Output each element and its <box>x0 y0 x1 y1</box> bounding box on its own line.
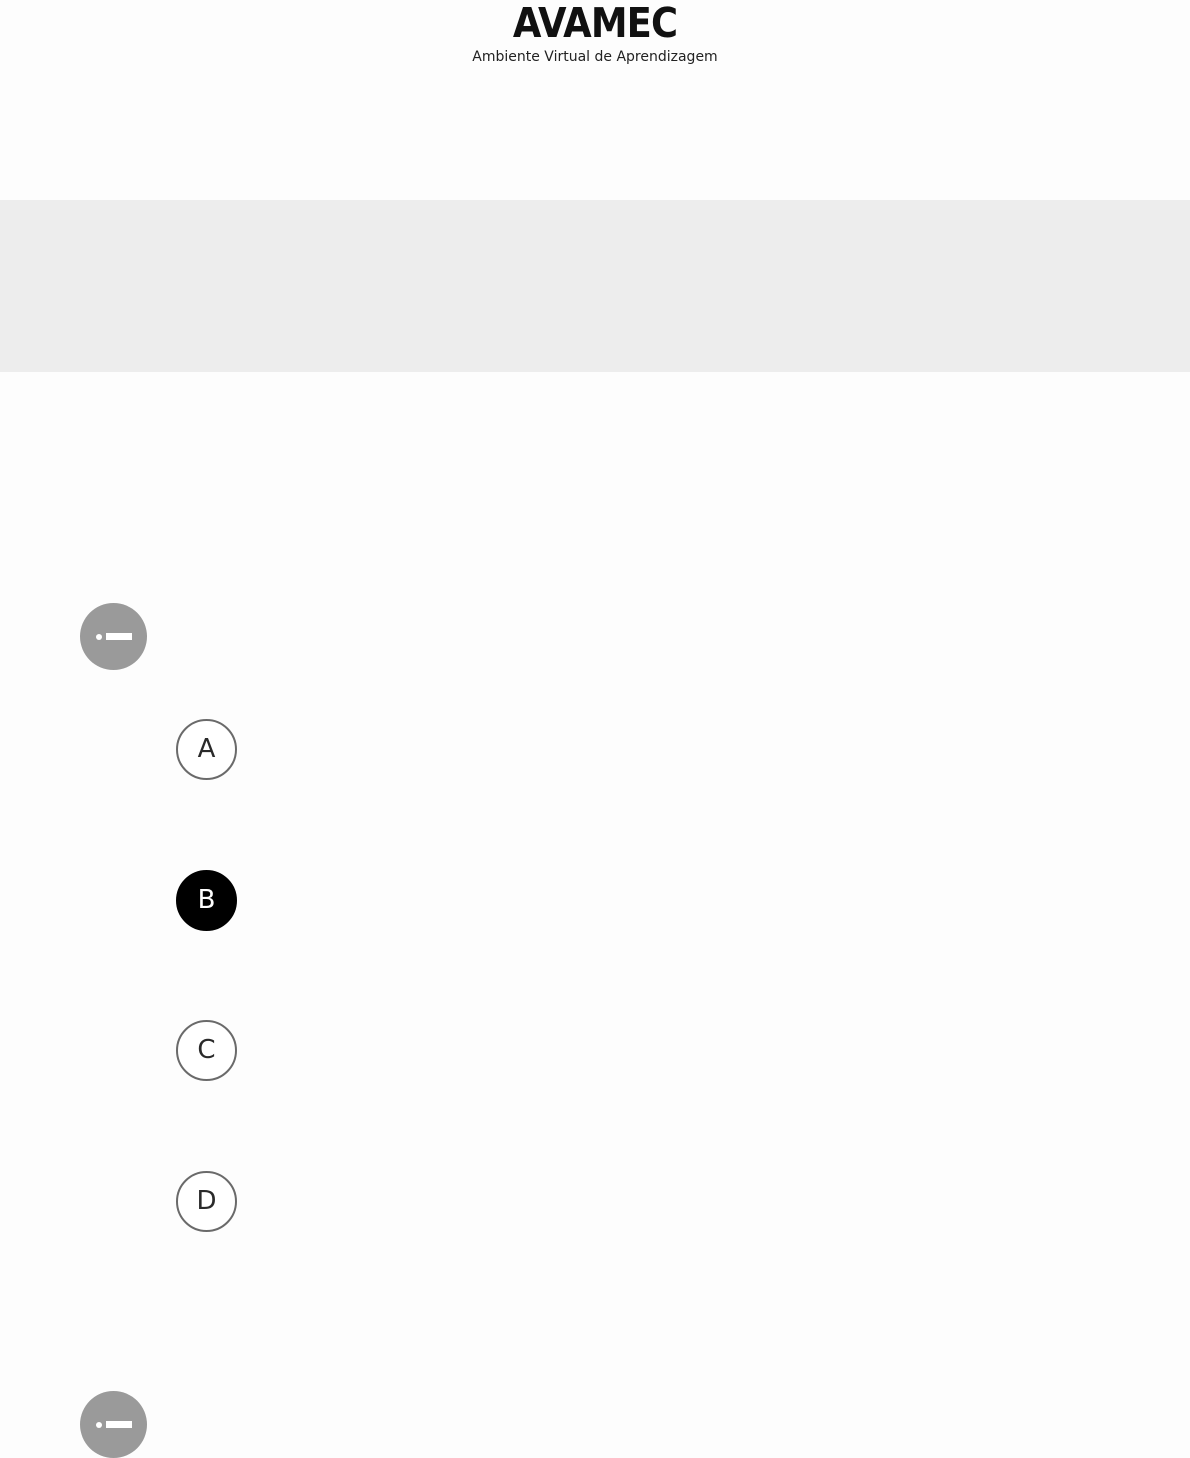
logo-subtitle: Ambiente Virtual de Aprendizagem <box>472 49 718 65</box>
avamec-logo[interactable]: AVAMEC <box>60 0 1131 46</box>
option-c-button[interactable]: C <box>176 1020 237 1081</box>
option-d-button[interactable]: D <box>176 1171 237 1232</box>
status-bar <box>106 1421 132 1428</box>
site-header: AVAMEC Ambiente Virtual de Aprendizagem <box>0 0 1190 200</box>
status-dot <box>96 634 102 640</box>
option-a-button[interactable]: A <box>176 719 237 780</box>
content-banner <box>0 200 1190 372</box>
question-status-icon <box>80 603 147 670</box>
status-dot <box>96 1422 102 1428</box>
status-bar <box>106 633 132 640</box>
option-b-button[interactable]: B <box>176 870 237 931</box>
question-status-icon <box>80 1391 147 1458</box>
